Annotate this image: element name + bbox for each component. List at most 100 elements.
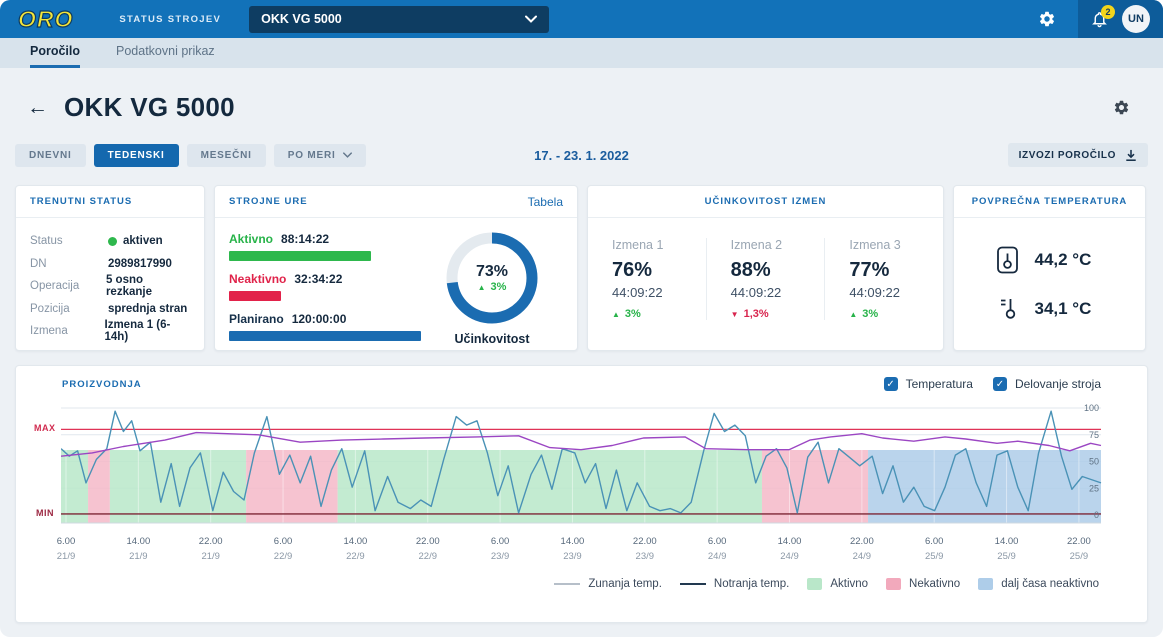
machine-hours-header: STROJNE URE Tabela — [215, 186, 577, 218]
machine-select-dropdown[interactable]: OKK VG 5000 — [249, 6, 549, 33]
machine-hours-bars: Aktivno88:14:22 Neaktivno32:34:22 Planir… — [229, 230, 421, 351]
topbar: ORO STATUS STROJEV OKK VG 5000 2 UN — [0, 0, 1163, 38]
x-tick-label: 14.0021/9 — [110, 536, 166, 562]
legend-item: Aktivno — [807, 578, 868, 590]
shift-percent: 76% — [612, 259, 682, 282]
filter-mesecni[interactable]: MESEČNI — [187, 144, 266, 167]
x-tick-label: 22.0024/9 — [834, 536, 890, 562]
current-status-header: TRENUTNI STATUS — [16, 186, 204, 218]
filter-row: DNEVNI TEDENSKI MESEČNI PO MERI 17. - 23… — [15, 143, 1148, 167]
x-tick-label: 6.0021/9 — [38, 536, 94, 562]
shift-name: Izmena 3 — [849, 238, 919, 252]
checkbox-checked-icon: ✓ — [884, 377, 898, 391]
bar-track — [229, 331, 421, 341]
export-report-button[interactable]: IZVOZI POROČILO — [1008, 143, 1148, 167]
legend-box-swatch — [886, 578, 901, 590]
gear-icon — [1038, 10, 1056, 28]
production-title: PROIZVODNJA — [62, 379, 142, 390]
machine-select-value: OKK VG 5000 — [261, 12, 342, 26]
checkbox-temperatura[interactable]: ✓ Temperatura — [884, 377, 973, 391]
avg-temperature-card: POVPREČNA TEMPERATURA 44,2 °C 34,1 °C — [953, 185, 1146, 351]
legend-label: dalj časa neaktivno — [1001, 578, 1099, 590]
shift-delta: ▼1,3% — [731, 308, 801, 320]
legend-label: Zunanja temp. — [588, 578, 662, 590]
status-row-value: Izmena 1 (6-14h) — [105, 319, 190, 343]
summary-cards: TRENUTNI STATUS Status aktiven DN 298981… — [15, 185, 1148, 351]
bar-track — [229, 291, 421, 301]
shift-column-1: Izmena 1 76% 44:09:22 ▲3% — [588, 238, 706, 320]
notifications-button[interactable]: 2 — [1091, 10, 1108, 29]
shift-efficiency-title: UČINKOVITOST IZMEN — [705, 196, 827, 207]
table-link[interactable]: Tabela — [528, 195, 563, 209]
x-tick-label: 22.0021/9 — [183, 536, 239, 562]
svg-text:0: 0 — [1094, 510, 1099, 520]
outdoor-temp-row: 34,1 °C — [996, 296, 1104, 322]
legend-line-swatch — [680, 583, 706, 585]
download-icon — [1125, 149, 1137, 162]
bar-group-aktivno: Aktivno88:14:22 — [229, 232, 421, 261]
chart-legend: Zunanja temp. Notranja temp. Aktivno Nekati… — [16, 578, 1147, 590]
delta-arrow-icon: ▲ — [612, 310, 620, 319]
x-tick-label: 6.0025/9 — [906, 536, 962, 562]
legend-item: dalj časa neaktivno — [978, 578, 1099, 590]
indoor-temp-value: 44,2 °C — [1035, 250, 1092, 270]
chevron-down-icon — [525, 15, 537, 23]
shift-column-3: Izmena 3 77% 44:09:22 ▲3% — [824, 238, 943, 320]
production-plot: MAX MIN 1007550250 — [61, 402, 1103, 531]
current-status-body: Status aktiven DN 2989817990 Operacija 5… — [16, 218, 204, 351]
min-axis-label: MIN — [36, 508, 54, 518]
shift-efficiency-card: UČINKOVITOST IZMEN Izmena 1 76% 44:09:22… — [587, 185, 944, 351]
filter-dnevni[interactable]: DNEVNI — [15, 144, 86, 167]
indoor-thermometer-icon — [996, 246, 1019, 274]
outdoor-temp-value: 34,1 °C — [1035, 299, 1092, 319]
donut-value: 73% — [476, 263, 508, 281]
back-arrow-icon[interactable]: ← — [27, 97, 48, 118]
bar-group-neaktivno: Neaktivno32:34:22 — [229, 272, 421, 301]
avatar[interactable]: UN — [1122, 5, 1150, 33]
tab-porocilo[interactable]: Poročilo — [30, 44, 80, 68]
checkbox-delovanje-stroja[interactable]: ✓ Delovanje stroja — [993, 377, 1101, 391]
max-axis-label: MAX — [34, 423, 56, 433]
legend-line-swatch — [554, 583, 580, 585]
indoor-temp-row: 44,2 °C — [996, 246, 1104, 274]
delta-arrow-icon: ▲ — [849, 310, 857, 319]
shift-percent: 88% — [731, 259, 801, 282]
legend-label: Nekativno — [909, 578, 960, 590]
filter-tedenski[interactable]: TEDENSKI — [94, 144, 179, 167]
shift-efficiency-body: Izmena 1 76% 44:09:22 ▲3% Izmena 2 88% 4… — [588, 218, 943, 340]
status-row-value: aktiven — [108, 235, 163, 247]
settings-button[interactable] — [1038, 10, 1056, 28]
bar-time: 88:14:22 — [281, 232, 329, 246]
page-settings-button[interactable] — [1113, 99, 1130, 116]
x-tick-label: 14.0023/9 — [544, 536, 600, 562]
efficiency-donut: 73% ▲3% — [444, 230, 540, 326]
status-row: Izmena Izmena 1 (6-14h) — [30, 320, 190, 343]
status-strojev-label: STATUS STROJEV — [119, 14, 221, 25]
production-chart-card: PROIZVODNJA ✓ Temperatura ✓ Delovanje st… — [15, 365, 1148, 623]
shift-delta: ▲3% — [849, 308, 919, 320]
efficiency-donut-section: 73% ▲3% Učinkovitost — [421, 230, 563, 351]
production-line-chart: 1007550250 — [61, 402, 1103, 526]
bar-group-planirano: Planirano 120:00:00 — [229, 312, 421, 341]
bar-label: Neaktivno — [229, 272, 286, 286]
filter-po-meri[interactable]: PO MERI — [274, 144, 366, 167]
legend-label: Notranja temp. — [714, 578, 789, 590]
bar-label: Planirano — [229, 312, 284, 326]
x-tick-label: 22.0025/9 — [1051, 536, 1107, 562]
date-range: 17. - 23. 1. 2022 — [15, 148, 1148, 163]
shift-percent: 77% — [849, 259, 919, 282]
notification-badge: 2 — [1101, 5, 1115, 19]
avg-temperature-title: POVPREČNA TEMPERATURA — [972, 196, 1128, 207]
avg-temperature-header: POVPREČNA TEMPERATURA — [954, 186, 1145, 218]
app-window: ORO STATUS STROJEV OKK VG 5000 2 UN Poro… — [0, 0, 1163, 637]
oro-logo: ORO — [18, 6, 73, 33]
donut-delta: ▲3% — [478, 281, 507, 293]
bar-time: 120:00:00 — [292, 312, 347, 326]
x-tick-label: 6.0024/9 — [689, 536, 745, 562]
page-content: ← OKK VG 5000 DNEVNI TEDENSKI MESEČNI PO… — [0, 68, 1163, 623]
tab-podatkovni-prikaz[interactable]: Podatkovni prikaz — [116, 44, 215, 68]
checkbox-label: Delovanje stroja — [1015, 377, 1101, 391]
legend-label: Aktivno — [830, 578, 868, 590]
status-row-label: Status — [30, 235, 108, 247]
x-tick-label: 14.0024/9 — [762, 536, 818, 562]
